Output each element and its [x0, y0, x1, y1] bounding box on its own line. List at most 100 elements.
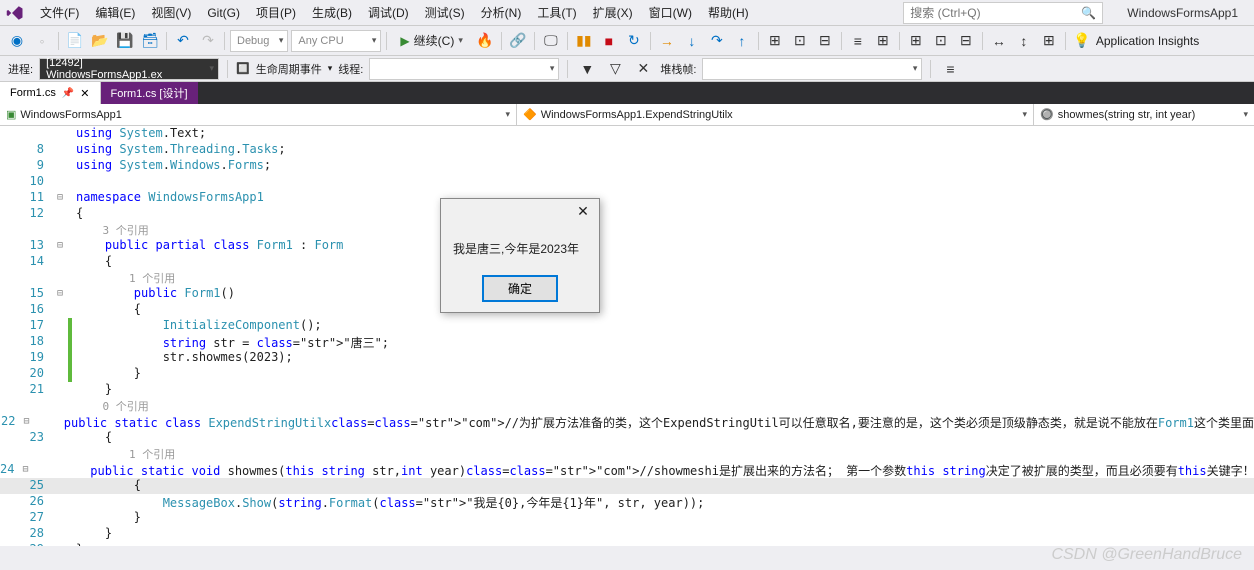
menu-test[interactable]: 测试(S): [417, 0, 473, 25]
code-text[interactable]: [72, 174, 76, 190]
process-dropdown[interactable]: [12492] WindowsFormsApp1.ex: [39, 58, 219, 80]
code-text[interactable]: str.showmes(2023);: [72, 350, 293, 366]
menu-edit[interactable]: 编辑(E): [87, 0, 143, 25]
code-line[interactable]: 18 string str = class="str">"唐三";: [0, 334, 1254, 350]
code-text[interactable]: {: [72, 430, 112, 446]
arrange-button[interactable]: ↕: [1013, 30, 1035, 52]
code-line[interactable]: using System.Text;: [0, 126, 1254, 142]
code-text[interactable]: }: [72, 542, 83, 546]
layout-button[interactable]: ⊟: [955, 30, 977, 52]
lightbulb-icon[interactable]: 💡: [1071, 30, 1093, 52]
menu-debug[interactable]: 调试(D): [360, 0, 417, 25]
align-button[interactable]: ⊞: [872, 30, 894, 52]
code-text[interactable]: namespace WindowsFormsApp1: [72, 190, 264, 206]
layout-button[interactable]: ⊡: [930, 30, 952, 52]
menu-project[interactable]: 项目(P): [248, 0, 304, 25]
filter-button[interactable]: ▽: [604, 58, 626, 80]
code-line[interactable]: 21 }: [0, 382, 1254, 398]
browser-link-button[interactable]: 🔗: [507, 30, 529, 52]
code-line[interactable]: 13⊟ public partial class Form1 : Form: [0, 238, 1254, 254]
menu-help[interactable]: 帮助(H): [700, 0, 757, 25]
search-input[interactable]: [910, 6, 1081, 20]
menu-tools[interactable]: 工具(T): [529, 0, 584, 25]
class-dropdown[interactable]: 🔶 WindowsFormsApp1.ExpendStringUtilx ▾: [517, 104, 1034, 125]
forward-nav-button[interactable]: ◦: [31, 30, 53, 52]
toolbar-button[interactable]: ⊟: [814, 30, 836, 52]
menu-window[interactable]: 窗口(W): [641, 0, 700, 25]
code-line[interactable]: 11⊟namespace WindowsFormsApp1: [0, 190, 1254, 206]
code-line[interactable]: 17 InitializeComponent();: [0, 318, 1254, 334]
code-line[interactable]: 19 str.showmes(2023);: [0, 350, 1254, 366]
redo-button[interactable]: ↷: [197, 30, 219, 52]
code-line[interactable]: 26 MessageBox.Show(string.Format(class="…: [0, 494, 1254, 510]
code-text[interactable]: 1 个引用: [72, 270, 175, 286]
code-line[interactable]: 22⊟ public static class ExpendStringUtil…: [0, 414, 1254, 430]
code-line[interactable]: 3 个引用: [0, 222, 1254, 238]
search-box[interactable]: 🔍: [903, 2, 1103, 24]
code-text[interactable]: {: [72, 302, 141, 318]
close-icon[interactable]: ✕: [80, 87, 89, 100]
menu-build[interactable]: 生成(B): [304, 0, 360, 25]
save-all-button[interactable]: 🗃: [139, 30, 161, 52]
scope-dropdown[interactable]: ▣ WindowsFormsApp1 ▾: [0, 104, 517, 125]
code-text[interactable]: 0 个引用: [72, 398, 149, 414]
step-out-button[interactable]: ↑: [731, 30, 753, 52]
code-line[interactable]: 9using System.Windows.Forms;: [0, 158, 1254, 174]
code-line[interactable]: 16 {: [0, 302, 1254, 318]
code-text[interactable]: public static void showmes(this string s…: [28, 462, 1254, 478]
menu-view[interactable]: 视图(V): [143, 0, 199, 25]
step-over-button[interactable]: ↷: [706, 30, 728, 52]
menu-file[interactable]: 文件(F): [32, 0, 87, 25]
show-next-stmt-button[interactable]: →: [656, 30, 678, 52]
restart-button[interactable]: ↻: [623, 30, 645, 52]
menu-git[interactable]: Git(G): [199, 2, 248, 24]
pause-button[interactable]: ▮▮: [573, 30, 595, 52]
continue-button[interactable]: ▶继续(C)▾: [392, 30, 470, 52]
stackframe-dropdown[interactable]: [702, 58, 922, 80]
code-text[interactable]: using System.Windows.Forms;: [72, 158, 271, 174]
toolbar-button[interactable]: ≡: [939, 58, 961, 80]
layout-button[interactable]: ⊞: [905, 30, 927, 52]
code-text[interactable]: }: [72, 382, 112, 398]
method-dropdown[interactable]: 🔘 showmes(string str, int year) ▾: [1034, 104, 1254, 125]
config-dropdown[interactable]: Debug: [230, 30, 288, 52]
code-text[interactable]: public partial class Form1 : Form: [72, 238, 343, 254]
code-text[interactable]: 1 个引用: [72, 446, 175, 462]
undo-button[interactable]: ↶: [172, 30, 194, 52]
code-line[interactable]: 24⊟ public static void showmes(this stri…: [0, 462, 1254, 478]
code-text[interactable]: MessageBox.Show(string.Format(class="str…: [72, 494, 704, 510]
ok-button[interactable]: 确定: [482, 275, 558, 302]
code-line[interactable]: 1 个引用: [0, 270, 1254, 286]
save-button[interactable]: 💾: [114, 30, 136, 52]
code-text[interactable]: string str = class="str">"唐三";: [72, 334, 389, 350]
arrange-button[interactable]: ↔: [988, 30, 1010, 52]
thread-dropdown[interactable]: [369, 58, 559, 80]
fold-toggle[interactable]: ⊟: [52, 238, 68, 254]
arrange-button[interactable]: ⊞: [1038, 30, 1060, 52]
code-line[interactable]: 0 个引用: [0, 398, 1254, 414]
code-line[interactable]: 8using System.Threading.Tasks;: [0, 142, 1254, 158]
toolbar-button[interactable]: ⊡: [789, 30, 811, 52]
pin-icon[interactable]: 📌: [62, 88, 74, 99]
hot-reload-button[interactable]: 🔥: [474, 30, 496, 52]
code-text[interactable]: }: [72, 510, 141, 526]
code-line[interactable]: 20 }: [0, 366, 1254, 382]
code-text[interactable]: public Form1(): [72, 286, 235, 302]
search-icon[interactable]: 🔍: [1081, 6, 1096, 20]
fold-toggle[interactable]: ⊟: [52, 190, 68, 206]
code-line[interactable]: 29}: [0, 542, 1254, 546]
code-line[interactable]: 23 {: [0, 430, 1254, 446]
new-item-button[interactable]: 📄: [64, 30, 86, 52]
align-button[interactable]: ≡: [847, 30, 869, 52]
code-text[interactable]: }: [72, 366, 141, 382]
open-button[interactable]: 📂: [89, 30, 111, 52]
menu-extensions[interactable]: 扩展(X): [585, 0, 641, 25]
code-line[interactable]: 28 }: [0, 526, 1254, 542]
code-text[interactable]: {: [72, 254, 112, 270]
code-text[interactable]: {: [72, 478, 141, 494]
explorer-button[interactable]: 🖵: [540, 30, 562, 52]
code-line[interactable]: 12{: [0, 206, 1254, 222]
filter-button[interactable]: ▼: [576, 58, 598, 80]
toolbar-button[interactable]: ⊞: [764, 30, 786, 52]
fold-toggle[interactable]: ⊟: [52, 286, 68, 302]
